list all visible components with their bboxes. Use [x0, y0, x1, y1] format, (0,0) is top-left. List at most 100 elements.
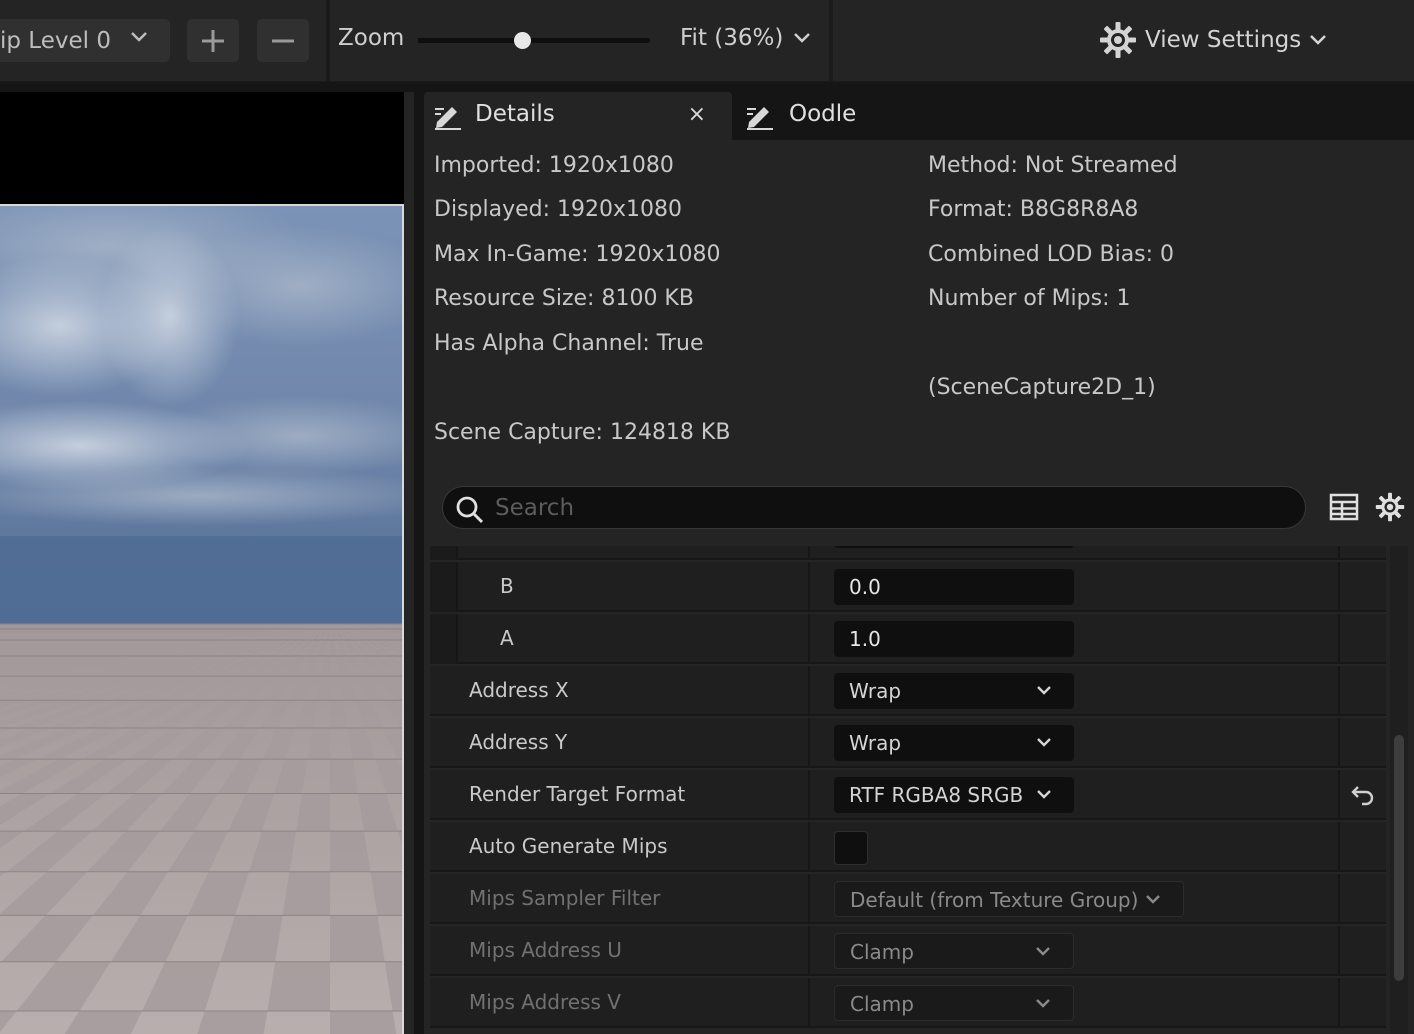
property-label-address-x: Address X	[469, 678, 569, 702]
address-x-value: Wrap	[849, 679, 902, 703]
mips-sampler-filter-value: Default (from Texture Group)	[850, 888, 1139, 912]
property-row-render-target-format: Render Target Format RTF RGBA8 SRGB	[430, 770, 1386, 820]
details-panel: Imported: 1920x1080 Displayed: 1920x1080…	[424, 140, 1414, 1034]
property-row-address-x: Address X Wrap	[430, 666, 1386, 716]
details-search[interactable]	[442, 486, 1306, 529]
chevron-down-icon	[1036, 999, 1050, 1008]
chevron-down-icon	[1037, 686, 1051, 695]
partial-value-field[interactable]	[834, 546, 1074, 548]
stat-max-in-game: Max In-Game: 1920x1080	[434, 242, 721, 267]
render-target-preview	[0, 204, 404, 1034]
property-row-b: B 0.0	[430, 562, 1386, 612]
zoom-label: Zoom	[338, 25, 405, 51]
tab-oodle[interactable]: Oodle	[736, 92, 936, 140]
floor-tile	[330, 915, 385, 962]
floor-tile	[330, 1011, 397, 1034]
address-y-value: Wrap	[849, 731, 902, 755]
property-label-address-y: Address Y	[469, 730, 568, 754]
stat-displayed: Displayed: 1920x1080	[434, 197, 682, 222]
search-input[interactable]	[495, 493, 1275, 523]
mips-address-u-combo[interactable]: Clamp	[834, 933, 1074, 969]
view-settings-button[interactable]: View Settings	[1099, 21, 1327, 59]
chevron-down-icon	[1310, 35, 1327, 45]
tab-details[interactable]: Details ×	[424, 92, 732, 140]
details-scrollbar[interactable]	[1390, 546, 1408, 1034]
stat-resource-size: Resource Size: 8100 KB	[434, 286, 694, 311]
stat-scene-capture-name: (SceneCapture2D_1)	[928, 375, 1156, 400]
mips-sampler-filter-combo[interactable]: Default (from Texture Group)	[834, 881, 1184, 917]
toolbar-separator	[326, 0, 330, 82]
pencil-icon	[435, 107, 461, 130]
property-row-mips-address-u: Mips Address U Clamp	[430, 926, 1386, 976]
chevron-down-icon	[131, 32, 147, 42]
mip-level-label: ip Level 0	[0, 27, 111, 54]
property-row-mips-address-v: Mips Address V Clamp	[430, 978, 1386, 1028]
address-x-combo[interactable]: Wrap	[834, 673, 1074, 709]
b-value-field[interactable]: 0.0	[834, 569, 1074, 605]
zoom-fit-combo[interactable]: Fit (36%)	[680, 25, 811, 51]
texture-viewport[interactable]	[0, 92, 404, 1034]
floor-tile	[282, 871, 330, 916]
property-grid: B 0.0 A 1.0 Address X Wrap Address Y Wra…	[430, 546, 1386, 1034]
floor-tile	[296, 793, 330, 832]
stat-format: Format: B8G8R8A8	[928, 197, 1139, 222]
pencil-icon	[747, 107, 773, 130]
chevron-down-icon	[794, 33, 811, 43]
mips-address-v-value: Clamp	[850, 992, 914, 1016]
floor-tile	[267, 961, 330, 1012]
render-target-format-value: RTF RGBA8 SRGB	[849, 783, 1024, 807]
minus-icon	[272, 39, 294, 42]
chevron-down-icon	[1146, 895, 1160, 904]
property-label-render-target-format: Render Target Format	[469, 782, 686, 806]
stat-scene-capture: Scene Capture: 124818 KB	[434, 420, 731, 445]
property-row-a: A 1.0	[430, 614, 1386, 664]
toolbar: ip Level 0 Zoom Fit (36%) View Settings	[0, 0, 1414, 82]
property-label-b: B	[500, 574, 514, 598]
property-row-mips-sampler-filter: Mips Sampler Filter Default (from Textur…	[430, 874, 1386, 924]
tab-strip: Details × Oodle	[424, 92, 1414, 140]
render-target-format-combo[interactable]: RTF RGBA8 SRGB	[834, 777, 1074, 813]
property-row-auto-generate-mips: Auto Generate Mips	[430, 822, 1386, 872]
gear-icon	[1100, 22, 1136, 58]
stat-method: Method: Not Streamed	[928, 153, 1178, 178]
property-row-partial	[430, 546, 1386, 560]
scrollbar-thumb[interactable]	[1394, 735, 1404, 981]
property-label-mips-sampler-filter: Mips Sampler Filter	[469, 886, 661, 910]
address-y-combo[interactable]: Wrap	[834, 725, 1074, 761]
view-settings-label: View Settings	[1145, 27, 1302, 53]
stat-lod-bias: Combined LOD Bias: 0	[928, 242, 1175, 267]
table-view-icon[interactable]	[1329, 493, 1359, 521]
zoom-in-button[interactable]	[187, 19, 239, 62]
zoom-out-button[interactable]	[257, 19, 309, 62]
search-icon	[456, 496, 484, 524]
reset-to-default-icon[interactable]	[1350, 784, 1376, 806]
stat-imported: Imported: 1920x1080	[434, 153, 674, 178]
panel-splitter[interactable]	[404, 92, 424, 1034]
chevron-down-icon	[1037, 738, 1051, 747]
tab-oodle-label: Oodle	[789, 101, 857, 127]
chevron-down-icon	[1037, 790, 1051, 799]
close-icon[interactable]: ×	[688, 102, 706, 127]
toolbar-separator	[829, 0, 833, 82]
zoom-slider[interactable]	[418, 32, 650, 49]
a-value-field[interactable]: 1.0	[834, 621, 1074, 657]
zoom-fit-label: Fit (36%)	[680, 25, 784, 51]
zoom-slider-fill	[418, 38, 523, 43]
stat-has-alpha: Has Alpha Channel: True	[434, 331, 704, 356]
floor-tile	[330, 831, 371, 872]
auto-generate-mips-checkbox[interactable]	[834, 831, 868, 865]
zoom-slider-thumb[interactable]	[514, 32, 532, 49]
mips-address-v-combo[interactable]: Clamp	[834, 985, 1074, 1021]
property-label-mips-address-u: Mips Address U	[469, 938, 622, 962]
chevron-down-icon	[1036, 947, 1050, 956]
property-label-auto-generate-mips: Auto Generate Mips	[469, 834, 668, 858]
mip-level-combo[interactable]: ip Level 0	[0, 19, 170, 62]
mips-address-u-value: Clamp	[850, 940, 914, 964]
plus-icon	[202, 29, 224, 52]
property-label-a: A	[500, 626, 514, 650]
settings-gear-icon[interactable]	[1375, 492, 1405, 522]
property-label-mips-address-v: Mips Address V	[469, 990, 621, 1014]
property-row-address-y: Address Y Wrap	[430, 718, 1386, 768]
scene-preview-image	[0, 206, 402, 1034]
tab-details-label: Details	[475, 101, 555, 127]
